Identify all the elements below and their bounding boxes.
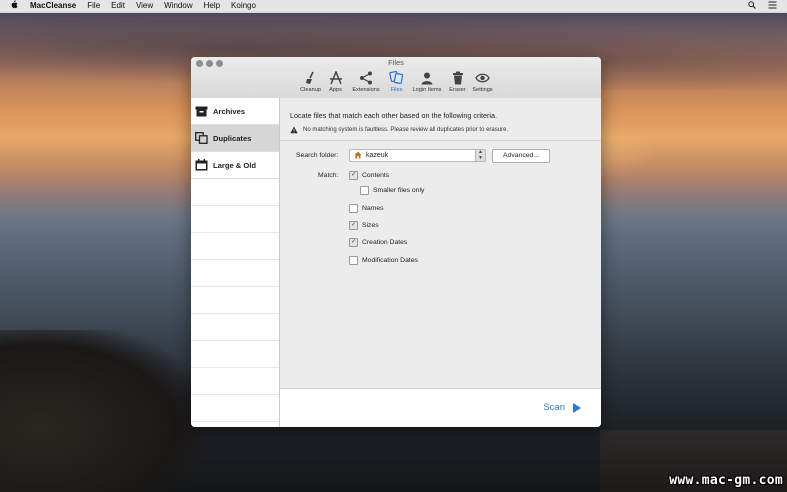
notification-center-icon[interactable] bbox=[768, 1, 777, 11]
toolbar-cleanup-label: Cleanup bbox=[300, 87, 321, 93]
toolbar-login-items-button[interactable]: Login Items bbox=[409, 69, 445, 93]
home-folder-icon bbox=[354, 151, 364, 161]
warning-icon bbox=[290, 126, 298, 134]
divider bbox=[280, 140, 601, 141]
window-titlebar: Files Cleanup Apps Extensions Files Logi… bbox=[191, 57, 601, 99]
contents-checkbox[interactable]: ✓ Contents bbox=[349, 171, 389, 180]
menu-koingo[interactable]: Koingo bbox=[231, 0, 256, 12]
match-label: Match: bbox=[318, 172, 339, 179]
creation-dates-label: Creation Dates bbox=[362, 239, 408, 246]
toolbar: Cleanup Apps Extensions Files Login Item… bbox=[298, 69, 495, 93]
share-icon bbox=[357, 69, 375, 86]
checkmark-icon: ✓ bbox=[349, 171, 358, 180]
sidebar-item-large-old-label: Large & Old bbox=[213, 160, 257, 170]
sidebar: Archives Duplicates Large & Old bbox=[191, 98, 280, 427]
apple-menu-icon[interactable] bbox=[10, 0, 20, 12]
duplicates-panel: Locate files that match each other based… bbox=[280, 98, 601, 388]
checkbox-empty-icon bbox=[349, 204, 358, 213]
warning-text: No matching system is faultless. Please … bbox=[303, 127, 509, 133]
menu-edit[interactable]: Edit bbox=[111, 0, 125, 12]
panel-footer: Scan bbox=[280, 388, 601, 427]
eye-icon bbox=[474, 69, 492, 86]
sidebar-empty-row bbox=[191, 179, 279, 206]
sizes-label: Sizes bbox=[362, 222, 379, 229]
sidebar-empty-row bbox=[191, 206, 279, 233]
menu-view[interactable]: View bbox=[136, 0, 153, 12]
toolbar-settings-label: Settings bbox=[472, 87, 493, 93]
sidebar-item-archives[interactable]: Archives bbox=[191, 98, 279, 125]
window-title: Files bbox=[388, 58, 404, 67]
archive-box-icon bbox=[195, 105, 208, 117]
search-folder-select[interactable]: kazeuk ▲ ▼ bbox=[349, 149, 486, 162]
menu-app-name[interactable]: MacCleanse bbox=[30, 0, 76, 12]
apps-icon bbox=[327, 69, 345, 86]
contents-label: Contents bbox=[362, 172, 390, 179]
duplicates-icon bbox=[195, 132, 208, 144]
broom-icon bbox=[302, 69, 320, 86]
checkbox-empty-icon bbox=[349, 256, 358, 265]
sidebar-empty-row bbox=[191, 314, 279, 341]
checkmark-icon: ✓ bbox=[349, 238, 358, 247]
checkbox-empty-icon bbox=[360, 186, 369, 195]
smaller-files-only-checkbox[interactable]: Smaller files only bbox=[360, 186, 424, 195]
play-icon bbox=[573, 402, 581, 413]
search-folder-value: kazeuk bbox=[366, 152, 389, 159]
toolbar-extensions-button[interactable]: Extensions bbox=[348, 69, 384, 93]
names-label: Names bbox=[362, 205, 384, 212]
maccleanse-window: Files Cleanup Apps Extensions Files Logi… bbox=[191, 57, 601, 427]
menu-help[interactable]: Help bbox=[204, 0, 220, 12]
creation-dates-checkbox[interactable]: ✓ Creation Dates bbox=[349, 238, 407, 247]
toolbar-files-label: Files bbox=[390, 87, 403, 93]
sidebar-item-duplicates-label: Duplicates bbox=[213, 133, 252, 143]
menu-bar: MacCleanse File Edit View Window Help Ko… bbox=[0, 0, 787, 13]
warning-message: No matching system is faultless. Please … bbox=[290, 126, 508, 134]
toolbar-eraser-button[interactable]: Eraser bbox=[445, 69, 470, 93]
chevron-updown-icon: ▲ ▼ bbox=[475, 149, 485, 161]
smaller-files-only-label: Smaller files only bbox=[373, 187, 425, 194]
toolbar-login-items-label: Login Items bbox=[412, 87, 442, 93]
toolbar-settings-button[interactable]: Settings bbox=[470, 69, 495, 93]
menu-window[interactable]: Window bbox=[164, 0, 192, 12]
trash-icon bbox=[449, 69, 467, 86]
menu-file[interactable]: File bbox=[87, 0, 100, 12]
names-checkbox[interactable]: Names bbox=[349, 204, 384, 213]
sidebar-empty-row bbox=[191, 341, 279, 368]
toolbar-extensions-label: Extensions bbox=[352, 87, 380, 93]
watermark: www.mac-gm.com bbox=[669, 473, 783, 488]
toolbar-eraser-label: Eraser bbox=[449, 87, 466, 93]
advanced-button[interactable]: Advanced... bbox=[492, 149, 550, 163]
calendar-icon bbox=[195, 159, 208, 171]
modification-dates-checkbox[interactable]: Modification Dates bbox=[349, 256, 418, 265]
sidebar-item-archives-label: Archives bbox=[213, 106, 246, 116]
sidebar-empty-row bbox=[191, 287, 279, 314]
toolbar-apps-label: Apps bbox=[329, 87, 342, 93]
sidebar-empty-row bbox=[191, 395, 279, 422]
sidebar-empty-row bbox=[191, 260, 279, 287]
spotlight-search-icon[interactable] bbox=[748, 1, 756, 11]
sizes-checkbox[interactable]: ✓ Sizes bbox=[349, 221, 379, 230]
scan-button[interactable]: Scan bbox=[543, 402, 581, 413]
sidebar-empty-row bbox=[191, 233, 279, 260]
user-icon bbox=[418, 69, 436, 86]
toolbar-cleanup-button[interactable]: Cleanup bbox=[298, 69, 323, 93]
wallpaper-rocks bbox=[0, 330, 200, 492]
panel-description: Locate files that match each other based… bbox=[290, 111, 497, 120]
scan-label: Scan bbox=[543, 402, 565, 413]
sidebar-item-duplicates[interactable]: Duplicates bbox=[191, 125, 279, 152]
toolbar-apps-button[interactable]: Apps bbox=[323, 69, 348, 93]
files-icon bbox=[388, 69, 406, 86]
checkmark-icon: ✓ bbox=[349, 221, 358, 230]
sidebar-item-large-old[interactable]: Large & Old bbox=[191, 152, 279, 179]
modification-dates-label: Modification Dates bbox=[362, 257, 418, 264]
sidebar-empty-row bbox=[191, 368, 279, 395]
search-folder-label: Search folder: bbox=[296, 152, 339, 159]
toolbar-files-button[interactable]: Files bbox=[384, 69, 409, 93]
